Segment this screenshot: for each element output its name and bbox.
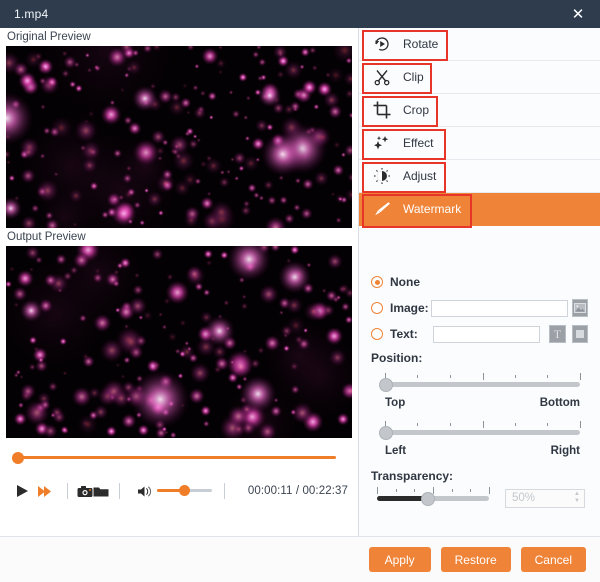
- tool-label: Effect: [403, 137, 433, 149]
- dialog-footer: Apply Restore Cancel: [0, 536, 600, 582]
- camera-icon[interactable]: [77, 481, 93, 501]
- divider: [119, 483, 120, 499]
- tool-label: Watermark: [403, 203, 461, 215]
- preview-pane: Original Preview Output Preview: [0, 28, 359, 536]
- folder-icon[interactable]: [93, 481, 109, 501]
- brush-icon: [369, 198, 395, 220]
- close-icon[interactable]: ✕: [556, 0, 600, 28]
- transparency-value-field[interactable]: 50% ▲ ▼: [505, 489, 585, 508]
- video-editor-dialog: 1.mp4 ✕ Original Preview Output Preview: [0, 0, 600, 582]
- watermark-mode-text[interactable]: Text: T: [371, 323, 588, 345]
- volume-thumb[interactable]: [179, 485, 190, 496]
- slider-ticks: [385, 373, 580, 380]
- cancel-button[interactable]: Cancel: [521, 547, 586, 572]
- window-title: 1.mp4: [0, 7, 48, 21]
- tool-row-clip[interactable]: Clip: [359, 61, 600, 94]
- output-preview-video[interactable]: [6, 246, 352, 438]
- tool-row-effect[interactable]: Effect: [359, 127, 600, 160]
- slider-thumb[interactable]: [379, 426, 393, 440]
- vertical-min-label: Top: [385, 397, 405, 409]
- radio-text[interactable]: [371, 328, 383, 340]
- spinner-down-icon[interactable]: ▼: [574, 499, 580, 504]
- slider-track: [385, 430, 580, 435]
- sparkle-icon: [369, 132, 395, 154]
- output-preview-label: Output Preview: [0, 228, 358, 246]
- slider-ticks: [385, 421, 580, 428]
- transport-controls: 00:00:11 / 00:22:37: [0, 438, 358, 536]
- text-font-icon[interactable]: T: [549, 325, 565, 343]
- crop-icon: [369, 99, 395, 121]
- transparency-slider[interactable]: [371, 487, 491, 509]
- radio-none[interactable]: [371, 276, 383, 288]
- tool-list: Rotate Clip: [359, 28, 600, 226]
- radio-image-label: Image:: [390, 301, 429, 315]
- picture-icon[interactable]: [572, 299, 588, 317]
- slider-thumb[interactable]: [379, 378, 393, 392]
- vertical-max-label: Bottom: [540, 397, 580, 409]
- position-label: Position:: [371, 351, 588, 365]
- playback-controls: 00:00:11 / 00:22:37: [10, 480, 348, 502]
- transparency-value: 50%: [512, 492, 535, 504]
- tool-label: Crop: [403, 104, 429, 116]
- divider: [224, 483, 225, 499]
- slider-ticks: [377, 487, 489, 494]
- tools-pane: Rotate Clip: [359, 28, 600, 536]
- radio-none-label: None: [390, 275, 420, 289]
- horizontal-position-slider[interactable]: [371, 421, 588, 443]
- spinner-up-icon[interactable]: ▲: [574, 492, 580, 497]
- scissors-icon: [369, 66, 395, 88]
- seek-bar[interactable]: [10, 452, 348, 464]
- tool-row-rotate[interactable]: Rotate: [359, 28, 600, 61]
- slider-thumb[interactable]: [421, 492, 435, 506]
- spinner-arrows[interactable]: ▲ ▼: [574, 492, 580, 504]
- radio-text-label: Text:: [390, 327, 431, 341]
- time-display: 00:00:11 / 00:22:37: [248, 485, 348, 497]
- vertical-position-labels: Top Bottom: [371, 395, 588, 409]
- tool-row-watermark[interactable]: Watermark: [359, 193, 600, 226]
- title-bar: 1.mp4 ✕: [0, 0, 600, 28]
- tool-row-crop[interactable]: Crop: [359, 94, 600, 127]
- watermark-mode-image[interactable]: Image:: [371, 297, 588, 319]
- transparency-row: 50% ▲ ▼: [371, 487, 588, 509]
- horizontal-min-label: Left: [385, 445, 406, 457]
- dialog-body: Original Preview Output Preview: [0, 28, 600, 536]
- original-preview-label: Original Preview: [0, 28, 358, 46]
- seek-thumb[interactable]: [12, 452, 24, 464]
- brightness-icon: [369, 165, 395, 187]
- original-preview-video[interactable]: [6, 46, 352, 228]
- tool-label: Clip: [403, 71, 424, 83]
- fast-forward-icon[interactable]: [36, 481, 52, 501]
- transparency-label: Transparency:: [371, 469, 588, 483]
- restore-button[interactable]: Restore: [441, 547, 511, 572]
- volume-icon[interactable]: [136, 481, 152, 501]
- seek-track[interactable]: [18, 456, 336, 459]
- slider-fill: [377, 496, 427, 501]
- watermark-image-input[interactable]: [431, 300, 568, 317]
- tool-label: Adjust: [403, 170, 436, 182]
- tool-label: Rotate: [403, 38, 438, 50]
- watermark-mode-none[interactable]: None: [371, 271, 588, 293]
- rotate-icon: [369, 33, 395, 55]
- horizontal-max-label: Right: [551, 445, 580, 457]
- radio-image[interactable]: [371, 302, 383, 314]
- volume-slider[interactable]: [157, 484, 212, 498]
- watermark-text-input[interactable]: [433, 326, 540, 343]
- color-swatch-icon[interactable]: [572, 325, 588, 343]
- tool-row-adjust[interactable]: Adjust: [359, 160, 600, 193]
- divider: [67, 483, 68, 499]
- watermark-settings: None Image: Text: [359, 261, 600, 509]
- horizontal-position-labels: Left Right: [371, 443, 588, 457]
- vertical-position-slider[interactable]: [371, 373, 588, 395]
- play-icon[interactable]: [14, 481, 30, 501]
- slider-track: [385, 382, 580, 387]
- apply-button[interactable]: Apply: [369, 547, 431, 572]
